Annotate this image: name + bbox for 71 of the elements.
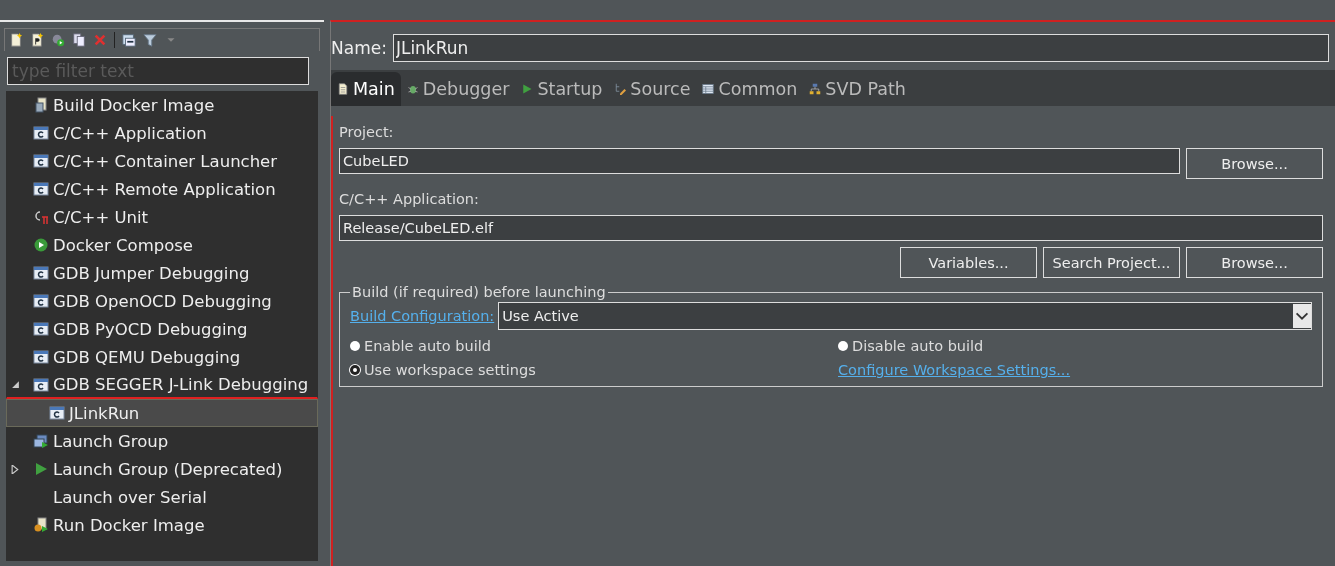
c-file-icon [33,349,49,365]
radio-label: Use workspace settings [364,362,536,378]
tree-item[interactable]: Build Docker Image [6,91,318,119]
radio-button[interactable] [350,365,360,375]
tab[interactable]: Startup [515,72,609,106]
tab[interactable]: Main [331,72,401,106]
play-icon [33,461,49,477]
application-field[interactable]: Release/CubeLED.elf [339,215,1323,241]
tree-item[interactable]: JLinkRun [6,399,318,427]
browse-button[interactable]: Browse... [1186,148,1323,179]
page-icon [337,83,349,95]
tree-item[interactable]: Launch over Serial [6,483,318,511]
group-title: Build (if required) before launching [351,284,607,300]
project-label: Project: [339,124,395,140]
filter-icon[interactable] [143,33,157,47]
tree-item[interactable]: C/C++ Container Launcher [6,147,318,175]
caret-icon[interactable] [1293,304,1311,328]
c-file-icon [33,321,49,337]
application-label: C/C++ Application: [339,191,480,207]
collapsed-icon[interactable] [11,464,20,474]
windows-icon [33,433,49,449]
project-field[interactable]: CubeLED [339,148,1180,174]
tree-item[interactable]: Docker Compose [6,231,318,259]
c-file-icon [49,405,65,421]
radio-option[interactable]: Use workspace settings [350,362,838,378]
play-icon [521,83,534,95]
radio-button[interactable] [838,341,848,351]
radio-label: Disable auto build [852,338,984,354]
tree-item[interactable]: Run Docker Image [6,511,318,539]
tree-pencil-icon [614,83,627,95]
new-file-icon[interactable] [30,33,44,47]
window-icon[interactable] [122,33,136,47]
configuration-dropdown[interactable]: Use Active [498,302,1312,330]
radio-button[interactable] [350,341,360,351]
hierarchy-icon [809,83,822,95]
c-file-icon [33,265,49,281]
tab[interactable]: Source [608,72,697,106]
unit-test-icon [33,209,49,225]
expanded-icon[interactable] [11,380,20,389]
radio-label: Enable auto build [364,338,491,354]
radio-option[interactable]: Disable auto build [838,338,1312,354]
tree-item[interactable]: GDB PyOCD Debugging [6,315,318,343]
tab[interactable]: Common [696,72,804,106]
new-file-icon[interactable] [9,33,23,47]
action-button[interactable]: Search Project... [1043,247,1180,278]
radio-option[interactable]: Enable auto build [350,338,838,354]
c-file-icon [33,181,49,197]
action-button[interactable]: Browse... [1186,247,1323,278]
tree-item[interactable]: GDB OpenOCD Debugging [6,287,318,315]
tree-item[interactable]: C/C++ Application [6,119,318,147]
tree-item[interactable]: GDB Jumper Debugging [6,259,318,287]
c-file-icon [33,293,49,309]
copy-icon[interactable] [72,33,86,47]
play-icon [33,237,49,253]
c-file-icon [33,153,49,169]
container-icon [33,517,49,533]
bug-icon [406,83,419,95]
tree-item[interactable]: GDB QEMU Debugging [6,343,318,371]
container-icon [33,97,49,113]
c-file-icon [33,125,49,141]
name-label: Name: [331,38,387,58]
tree-item[interactable]: C/C++ Remote Application [6,175,318,203]
tree-item[interactable]: Launch Group [6,427,318,455]
tab[interactable]: SVD Path [803,72,912,106]
globe-icon[interactable] [51,33,65,47]
tree-item[interactable]: C/C++ Unit [6,203,318,231]
tree-item[interactable]: Launch Group (Deprecated) [6,455,318,483]
c-file-icon [33,376,49,393]
table-icon [702,83,715,95]
tab[interactable]: Debugger [400,72,516,106]
action-button[interactable]: Variables... [900,247,1037,278]
